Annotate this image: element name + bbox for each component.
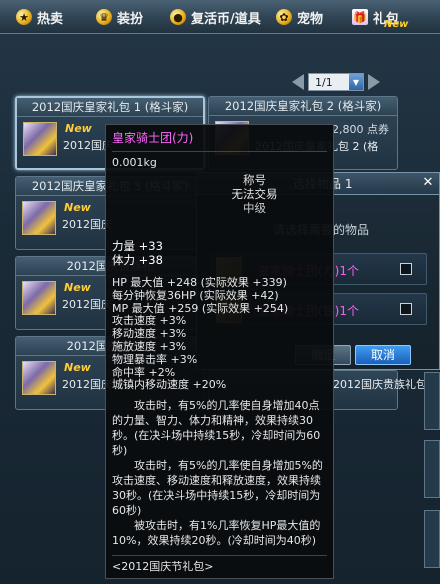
page-select[interactable]: 1/1 ▼ — [308, 73, 364, 91]
item-card-edge — [424, 440, 440, 498]
tab-label: 宠物 — [297, 11, 324, 27]
tab-hot[interactable]: ★ 热卖 — [16, 6, 63, 28]
effect-text: 攻击时，有5%的几率使自身增加40点的力量、智力、体力和精神，效果持续30秒。(… — [112, 399, 321, 458]
item-thumbnail — [22, 281, 56, 315]
source-label: <2012国庆节礼包> — [112, 560, 214, 573]
close-icon[interactable]: ✕ — [421, 176, 435, 190]
tab-label: 复活币/道具 — [191, 11, 261, 27]
new-badge: New — [384, 19, 409, 30]
new-label: New — [65, 122, 92, 135]
trade-restriction: 无法交易 — [231, 187, 278, 201]
tooltip-item-name: 皇家骑士团(力) — [112, 131, 194, 145]
star-icon: ★ — [16, 9, 32, 25]
chevron-down-icon[interactable]: ▼ — [349, 74, 363, 90]
item-thumbnail — [23, 122, 57, 156]
attribute-line: 物理暴击率 +3% — [112, 352, 198, 366]
page-navigator: 1/1 ▼ — [292, 73, 380, 91]
new-label: New — [64, 361, 91, 374]
new-label: New — [64, 281, 91, 294]
stat-line: 力量 +33 — [112, 239, 163, 253]
item-title: 2012国庆皇家礼包 1 (格斗家) — [17, 98, 203, 117]
cancel-button[interactable]: 取消 — [355, 345, 411, 365]
option-checkbox[interactable] — [400, 303, 412, 315]
item-thumbnail — [22, 201, 56, 235]
coin-icon: ● — [170, 9, 186, 25]
item-price: 2,800 点券 — [332, 123, 389, 136]
tab-revive-items[interactable]: ● 复活币/道具 — [170, 6, 261, 28]
divider — [112, 151, 327, 152]
attribute-line: 每分钟恢复36HP (实际效果 +42) — [112, 288, 279, 302]
effect-description: 攻击时，有5%的几率使自身增加40点的力量、智力、体力和精神，效果持续30秒。(… — [112, 398, 327, 548]
attribute-line: 施放速度 +3% — [112, 339, 187, 353]
item-tooltip: 皇家骑士团(力) 0.001kg 称号 无法交易 中级 力量 +33 体力 +3… — [105, 124, 334, 579]
gift-icon: 🎁 — [352, 9, 368, 25]
item-card-edge — [424, 372, 440, 430]
item-grade: 中级 — [243, 201, 266, 215]
item-thumbnail — [22, 361, 56, 395]
prev-page-icon[interactable] — [292, 74, 304, 90]
attribute-line: HP 最大值 +248 (实际效果 +339) — [112, 276, 287, 289]
item-title: 2012国庆皇家礼包 2 (格斗家) — [209, 97, 397, 116]
trophy-icon: ♛ — [96, 9, 112, 25]
option-checkbox[interactable] — [400, 263, 412, 275]
new-label: New — [64, 201, 91, 214]
page-value: 1/1 — [315, 75, 333, 89]
item-card-edge — [424, 510, 440, 568]
category-tab-bar: ★ 热卖 ♛ 装扮 ● 复活币/道具 ✿ 宠物 🎁 礼包 New — [0, 0, 440, 34]
attribute-line: 城镇内移动速度 +20% — [112, 378, 227, 392]
effect-text: 攻击时，有5%的几率使自身增加5%的攻击速度、移动速度和释放速度，效果持续30秒… — [112, 459, 323, 518]
tab-pets[interactable]: ✿ 宠物 — [276, 6, 323, 28]
item-weight: 0.001kg — [112, 156, 157, 169]
next-page-icon[interactable] — [368, 74, 380, 90]
tab-label: 热卖 — [37, 11, 64, 27]
item-type: 称号 — [243, 173, 266, 187]
divider — [112, 555, 327, 556]
stat-line: 体力 +38 — [112, 253, 163, 267]
paw-icon: ✿ — [276, 9, 292, 25]
shop-window: { "tabs": [ {"label": "热卖", "icon": "sta… — [0, 0, 440, 584]
tab-outfit[interactable]: ♛ 装扮 — [96, 6, 143, 28]
effect-text: 被攻击时，有1%几率恢复HP最大值的10%，效果持续20秒。(冷却时间为40秒) — [112, 519, 321, 548]
tab-label: 装扮 — [117, 11, 144, 27]
